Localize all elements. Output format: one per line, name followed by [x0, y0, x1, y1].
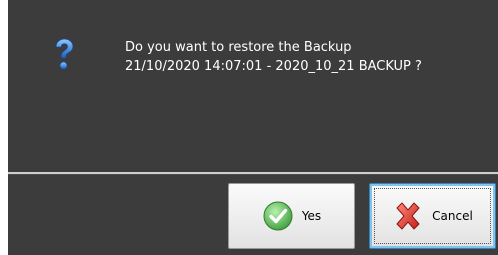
message-line-1: Do you want to restore the Backup	[125, 40, 352, 55]
cancel-button[interactable]: Cancel	[369, 183, 496, 249]
check-icon	[262, 200, 294, 232]
question-icon	[52, 38, 76, 72]
cross-icon	[392, 200, 424, 232]
divider	[8, 172, 498, 175]
yes-button-label: Yes	[301, 209, 322, 223]
message-line-2: 21/10/2020 14:07:01 - 2020_10_21 BACKUP …	[125, 59, 422, 74]
yes-button[interactable]: Yes	[228, 183, 355, 249]
confirm-dialog: Do you want to restore the Backup 21/10/…	[8, 0, 498, 255]
dialog-message: Do you want to restore the Backup 21/10/…	[125, 38, 422, 76]
cancel-button-label: Cancel	[432, 209, 473, 223]
